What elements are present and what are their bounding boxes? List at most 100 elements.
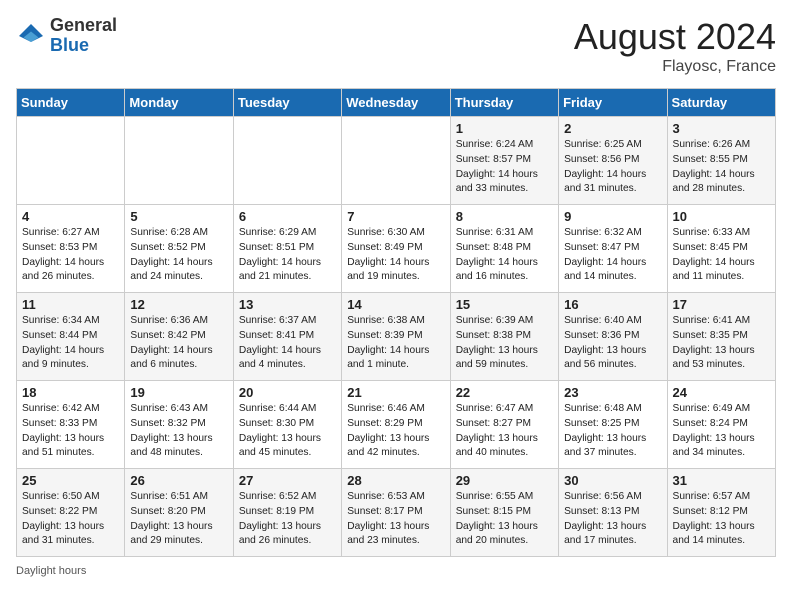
calendar-cell: 27 Sunrise: 6:52 AM Sunset: 8:19 PM Dayli… [233, 469, 341, 557]
day-info: Sunrise: 6:56 AM Sunset: 8:13 PM Dayligh… [564, 490, 661, 549]
day-number: 8 [456, 209, 553, 224]
day-info: Sunrise: 6:53 AM Sunset: 8:17 PM Dayligh… [347, 490, 444, 549]
day-number: 4 [22, 209, 119, 224]
day-info: Sunrise: 6:38 AM Sunset: 8:39 PM Dayligh… [347, 314, 444, 373]
calendar-cell: 7 Sunrise: 6:30 AM Sunset: 8:49 PM Daylig… [342, 205, 450, 293]
calendar-cell: 6 Sunrise: 6:29 AM Sunset: 8:51 PM Daylig… [233, 205, 341, 293]
day-info: Sunrise: 6:36 AM Sunset: 8:42 PM Dayligh… [130, 314, 227, 373]
day-number: 18 [22, 385, 119, 400]
calendar-cell: 1 Sunrise: 6:24 AM Sunset: 8:57 PM Daylig… [450, 117, 558, 205]
day-info: Sunrise: 6:24 AM Sunset: 8:57 PM Dayligh… [456, 138, 553, 197]
calendar-cell: 8 Sunrise: 6:31 AM Sunset: 8:48 PM Daylig… [450, 205, 558, 293]
day-info: Sunrise: 6:41 AM Sunset: 8:35 PM Dayligh… [673, 314, 770, 373]
calendar-table: SundayMondayTuesdayWednesdayThursdayFrid… [16, 88, 776, 557]
location: Flayosc, France [574, 58, 776, 76]
day-of-week-header: Friday [559, 89, 667, 117]
calendar-cell: 14Sunrise: 6:38 AM Sunset: 8:39 PM Dayli… [342, 293, 450, 381]
day-info: Sunrise: 6:52 AM Sunset: 8:19 PM Dayligh… [239, 490, 336, 549]
calendar-cell: 29Sunrise: 6:55 AM Sunset: 8:15 PM Dayli… [450, 469, 558, 557]
title-block: August 2024 Flayosc, France [574, 16, 776, 76]
calendar-cell [342, 117, 450, 205]
day-number: 26 [130, 473, 227, 488]
day-of-week-header: Sunday [17, 89, 125, 117]
day-info: Sunrise: 6:26 AM Sunset: 8:55 PM Dayligh… [673, 138, 770, 197]
calendar-cell: 15 Sunrise: 6:39 AM Sunset: 8:38 PM Dayli… [450, 293, 558, 381]
day-info: Sunrise: 6:57 AM Sunset: 8:12 PM Dayligh… [673, 490, 770, 549]
calendar-cell: 10Sunrise: 6:33 AM Sunset: 8:45 PM Dayli… [667, 205, 775, 293]
calendar-cell: 31 Sunrise: 6:57 AM Sunset: 8:12 PM Dayli… [667, 469, 775, 557]
day-of-week-header: Saturday [667, 89, 775, 117]
day-number: 16 [564, 297, 661, 312]
day-number: 31 [673, 473, 770, 488]
day-number: 21 [347, 385, 444, 400]
day-number: 17 [673, 297, 770, 312]
day-number: 30 [564, 473, 661, 488]
calendar-cell [233, 117, 341, 205]
day-info: Sunrise: 6:28 AM Sunset: 8:52 PM Dayligh… [130, 226, 227, 285]
header-row: SundayMondayTuesdayWednesdayThursdayFrid… [17, 89, 776, 117]
day-number: 24 [673, 385, 770, 400]
day-info: Sunrise: 6:46 AM Sunset: 8:29 PM Dayligh… [347, 402, 444, 461]
logo-text: General Blue [50, 16, 117, 56]
calendar-cell: 4 Sunrise: 6:27 AM Sunset: 8:53 PM Daylig… [17, 205, 125, 293]
calendar-cell: 25Sunrise: 6:50 AM Sunset: 8:22 PM Dayli… [17, 469, 125, 557]
footer: Daylight hours [16, 565, 776, 577]
day-number: 5 [130, 209, 227, 224]
calendar-cell: 26 Sunrise: 6:51 AM Sunset: 8:20 PM Dayli… [125, 469, 233, 557]
day-number: 7 [347, 209, 444, 224]
day-number: 6 [239, 209, 336, 224]
day-number: 10 [673, 209, 770, 224]
calendar-cell: 19 Sunrise: 6:43 AM Sunset: 8:32 PM Dayli… [125, 381, 233, 469]
day-info: Sunrise: 6:32 AM Sunset: 8:47 PM Dayligh… [564, 226, 661, 285]
day-info: Sunrise: 6:39 AM Sunset: 8:38 PM Dayligh… [456, 314, 553, 373]
logo-icon [16, 21, 46, 51]
day-info: Sunrise: 6:31 AM Sunset: 8:48 PM Dayligh… [456, 226, 553, 285]
day-info: Sunrise: 6:29 AM Sunset: 8:51 PM Dayligh… [239, 226, 336, 285]
calendar-cell: 28Sunrise: 6:53 AM Sunset: 8:17 PM Dayli… [342, 469, 450, 557]
calendar-cell: 9 Sunrise: 6:32 AM Sunset: 8:47 PM Daylig… [559, 205, 667, 293]
day-number: 9 [564, 209, 661, 224]
calendar-cell: 11Sunrise: 6:34 AM Sunset: 8:44 PM Dayli… [17, 293, 125, 381]
calendar-cell: 30 Sunrise: 6:56 AM Sunset: 8:13 PM Dayli… [559, 469, 667, 557]
day-of-week-header: Monday [125, 89, 233, 117]
day-of-week-header: Wednesday [342, 89, 450, 117]
day-number: 22 [456, 385, 553, 400]
day-info: Sunrise: 6:42 AM Sunset: 8:33 PM Dayligh… [22, 402, 119, 461]
day-number: 1 [456, 121, 553, 136]
day-number: 23 [564, 385, 661, 400]
day-of-week-header: Thursday [450, 89, 558, 117]
day-number: 2 [564, 121, 661, 136]
calendar-week-row: 4 Sunrise: 6:27 AM Sunset: 8:53 PM Daylig… [17, 205, 776, 293]
calendar-week-row: 11Sunrise: 6:34 AM Sunset: 8:44 PM Dayli… [17, 293, 776, 381]
month-year: August 2024 [574, 16, 776, 58]
calendar-cell: 2Sunrise: 6:25 AM Sunset: 8:56 PM Daylig… [559, 117, 667, 205]
day-info: Sunrise: 6:50 AM Sunset: 8:22 PM Dayligh… [22, 490, 119, 549]
calendar-week-row: 1 Sunrise: 6:24 AM Sunset: 8:57 PM Daylig… [17, 117, 776, 205]
day-info: Sunrise: 6:47 AM Sunset: 8:27 PM Dayligh… [456, 402, 553, 461]
day-number: 27 [239, 473, 336, 488]
calendar-body: 1 Sunrise: 6:24 AM Sunset: 8:57 PM Daylig… [17, 117, 776, 557]
day-info: Sunrise: 6:55 AM Sunset: 8:15 PM Dayligh… [456, 490, 553, 549]
day-number: 12 [130, 297, 227, 312]
calendar-cell: 16Sunrise: 6:40 AM Sunset: 8:36 PM Dayli… [559, 293, 667, 381]
day-info: Sunrise: 6:27 AM Sunset: 8:53 PM Dayligh… [22, 226, 119, 285]
calendar-cell: 22 Sunrise: 6:47 AM Sunset: 8:27 PM Dayli… [450, 381, 558, 469]
calendar-cell: 5 Sunrise: 6:28 AM Sunset: 8:52 PM Daylig… [125, 205, 233, 293]
day-number: 20 [239, 385, 336, 400]
day-number: 3 [673, 121, 770, 136]
daylight-label: Daylight hours [16, 565, 86, 577]
calendar-cell: 13Sunrise: 6:37 AM Sunset: 8:41 PM Dayli… [233, 293, 341, 381]
calendar-cell: 17 Sunrise: 6:41 AM Sunset: 8:35 PM Dayli… [667, 293, 775, 381]
calendar-cell: 3 Sunrise: 6:26 AM Sunset: 8:55 PM Daylig… [667, 117, 775, 205]
day-info: Sunrise: 6:49 AM Sunset: 8:24 PM Dayligh… [673, 402, 770, 461]
calendar-week-row: 18 Sunrise: 6:42 AM Sunset: 8:33 PM Dayli… [17, 381, 776, 469]
day-info: Sunrise: 6:51 AM Sunset: 8:20 PM Dayligh… [130, 490, 227, 549]
calendar-cell [125, 117, 233, 205]
day-number: 19 [130, 385, 227, 400]
day-number: 15 [456, 297, 553, 312]
day-info: Sunrise: 6:43 AM Sunset: 8:32 PM Dayligh… [130, 402, 227, 461]
calendar-cell: 24 Sunrise: 6:49 AM Sunset: 8:24 PM Dayli… [667, 381, 775, 469]
day-info: Sunrise: 6:30 AM Sunset: 8:49 PM Dayligh… [347, 226, 444, 285]
calendar-cell: 12 Sunrise: 6:36 AM Sunset: 8:42 PM Dayli… [125, 293, 233, 381]
calendar-cell: 21 Sunrise: 6:46 AM Sunset: 8:29 PM Dayli… [342, 381, 450, 469]
